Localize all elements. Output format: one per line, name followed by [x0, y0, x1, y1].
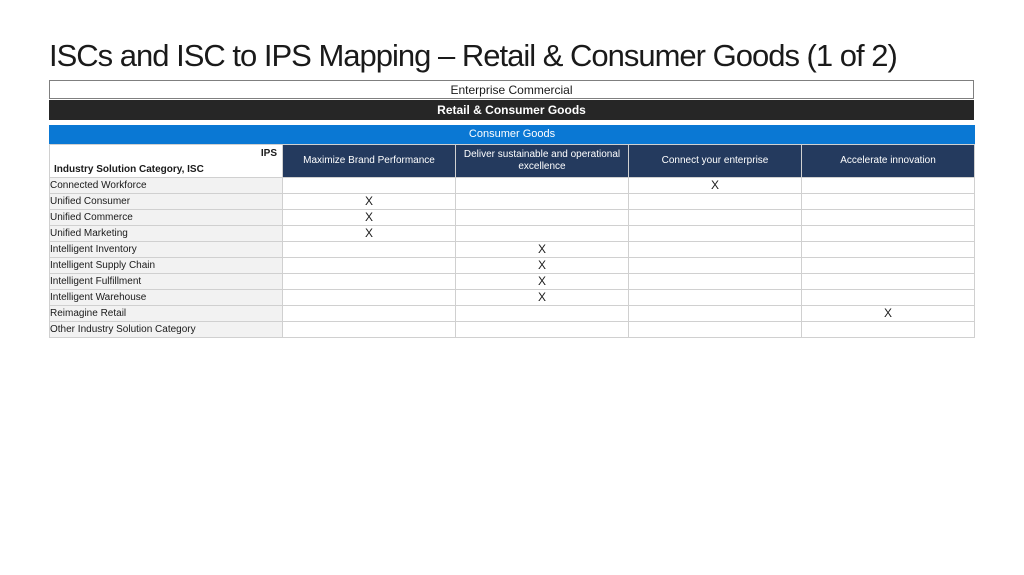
isc-axis-label: Industry Solution Category, ISC [54, 164, 204, 175]
subindustry-band: Consumer Goods [49, 125, 975, 144]
enterprise-band: Enterprise Commercial [49, 80, 974, 99]
row-label: Unified Consumer [49, 193, 283, 210]
mapping-cell: X [455, 241, 629, 258]
row-label: Intelligent Fulfillment [49, 273, 283, 290]
mapping-cell [282, 177, 456, 194]
mapping-cell [455, 193, 629, 210]
mapping-cell: X [455, 257, 629, 274]
mapping-cell [628, 273, 802, 290]
mapping-cell: X [801, 305, 975, 322]
mapping-cell: X [628, 177, 802, 194]
mapping-cell [801, 225, 975, 242]
mapping-cell [455, 321, 629, 338]
mapping-cell [628, 209, 802, 226]
mapping-cell [282, 305, 456, 322]
mapping-cell [801, 209, 975, 226]
table-row: Other Industry Solution Category [49, 321, 975, 338]
table-row: Intelligent Fulfillment X [49, 273, 975, 290]
row-label: Unified Commerce [49, 209, 283, 226]
mapping-cell [455, 225, 629, 242]
row-label: Unified Marketing [49, 225, 283, 242]
mapping-cell [282, 321, 456, 338]
column-header: Deliver sustainable and operational exce… [455, 144, 629, 178]
mapping-cell [801, 321, 975, 338]
mapping-cell: X [282, 209, 456, 226]
mapping-cell: X [282, 225, 456, 242]
mapping-cell: X [455, 289, 629, 306]
mapping-cell [455, 177, 629, 194]
table-header-row: IPS Industry Solution Category, ISC Maxi… [49, 144, 975, 178]
table-row: Unified Marketing X [49, 225, 975, 242]
slide-title: ISCs and ISC to IPS Mapping – Retail & C… [49, 38, 898, 73]
row-label: Connected Workforce [49, 177, 283, 194]
mapping-cell [282, 289, 456, 306]
mapping-cell [628, 193, 802, 210]
column-header: Connect your enterprise [628, 144, 802, 178]
column-header: Accelerate innovation [801, 144, 975, 178]
ips-axis-label: IPS [260, 148, 277, 159]
mapping-cell [282, 257, 456, 274]
row-label: Intelligent Supply Chain [49, 257, 283, 274]
mapping-cell [801, 273, 975, 290]
table-row: Connected Workforce X [49, 177, 975, 194]
mapping-cell [628, 305, 802, 322]
mapping-cell [455, 305, 629, 322]
row-label: Other Industry Solution Category [49, 321, 283, 338]
mapping-cell [628, 257, 802, 274]
mapping-cell [628, 289, 802, 306]
mapping-cell [628, 241, 802, 258]
mapping-cell [282, 241, 456, 258]
mapping-cell [455, 209, 629, 226]
isc-ips-mapping-table: IPS Industry Solution Category, ISC Maxi… [49, 144, 975, 338]
mapping-cell [801, 177, 975, 194]
mapping-cell [628, 225, 802, 242]
table-row: Intelligent Inventory X [49, 241, 975, 258]
industry-band: Retail & Consumer Goods [49, 100, 974, 120]
mapping-cell [282, 273, 456, 290]
mapping-cell [801, 241, 975, 258]
mapping-cell [801, 193, 975, 210]
table-body: Connected Workforce X Unified Consumer X Uni… [49, 177, 975, 338]
table-row: Intelligent Supply Chain X [49, 257, 975, 274]
mapping-cell [801, 289, 975, 306]
table-row: Unified Commerce X [49, 209, 975, 226]
mapping-cell [801, 257, 975, 274]
row-label: Intelligent Warehouse [49, 289, 283, 306]
mapping-cell: X [455, 273, 629, 290]
mapping-cell [628, 321, 802, 338]
corner-header-cell: IPS Industry Solution Category, ISC [49, 144, 283, 178]
row-label: Reimagine Retail [49, 305, 283, 322]
table-row: Intelligent Warehouse X [49, 289, 975, 306]
table-row: Reimagine Retail X [49, 305, 975, 322]
table-row: Unified Consumer X [49, 193, 975, 210]
mapping-cell: X [282, 193, 456, 210]
row-label: Intelligent Inventory [49, 241, 283, 258]
column-header: Maximize Brand Performance [282, 144, 456, 178]
